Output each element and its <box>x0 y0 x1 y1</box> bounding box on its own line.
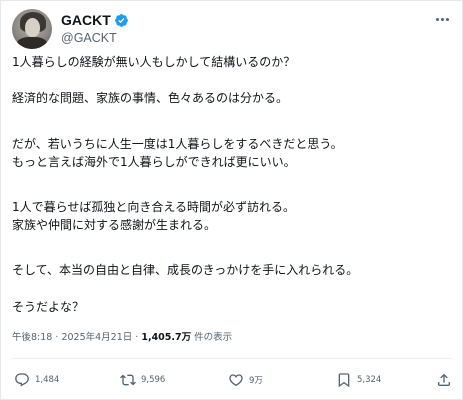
post-line: もっと言えば海外で1人暮らしができれば更にいい。 <box>12 155 296 169</box>
views-label: 件の表示 <box>194 332 233 343</box>
post-card: GACKT @GACKT 1人暮らしの経験が無い人もしかして結構いるのか？ 経済… <box>0 0 463 400</box>
author-display-name-row[interactable]: GACKT <box>61 11 129 29</box>
action-bar: 1,484 9,596 9万 5,324 <box>12 368 452 392</box>
reply-button[interactable]: 1,484 <box>14 368 59 392</box>
author-names: GACKT @GACKT <box>61 10 129 47</box>
reply-count: 1,484 <box>35 375 60 385</box>
post-date[interactable]: 2025年4月21日 <box>61 332 132 343</box>
meta-separator: · <box>135 332 139 343</box>
more-horizontal-icon[interactable] <box>432 11 452 27</box>
post-line: そして、本当の自由と自律、成長のきっかけを手に入れられる。 <box>12 263 359 277</box>
author-handle[interactable]: @GACKT <box>61 29 129 47</box>
more-dot <box>435 17 439 21</box>
bookmark-count: 5,324 <box>357 375 382 385</box>
heart-icon <box>229 374 243 387</box>
avatar[interactable] <box>12 9 52 49</box>
avatar-body <box>17 37 47 49</box>
post-header: GACKT @GACKT <box>12 9 452 49</box>
post-time[interactable]: 午後8:18 <box>12 332 52 343</box>
bookmark-icon <box>338 373 350 388</box>
more-dot <box>440 17 444 21</box>
meta-separator: · <box>55 332 59 343</box>
more-dot <box>445 17 449 21</box>
post-line: 経済的な問題、家族の事情、色々あるのは分かる。 <box>12 91 289 105</box>
repost-arrows-icon <box>120 374 136 386</box>
like-button[interactable]: 9万 <box>228 368 263 392</box>
post-line: だが、若いうちに人生一度は1人暮らしをするべきだと思う。 <box>12 137 343 151</box>
post-line: 1人暮らしの経験が無い人もしかして結構いるのか？ <box>12 55 296 69</box>
share-upload-icon <box>438 373 450 386</box>
views-count: 1,405.7万 <box>141 332 192 343</box>
repost-count: 9,596 <box>141 375 166 385</box>
post-meta: 午後8:18 · 2025年4月21日 · 1,405.7万 件の表示 <box>12 331 232 345</box>
bookmark-button[interactable]: 5,324 <box>336 368 381 392</box>
post-line: 1人で暮らせば孤独と向き合える時間が必ず訪れる。 <box>12 200 296 214</box>
post-line: そうだよな？ <box>12 300 85 314</box>
share-button[interactable] <box>436 368 452 392</box>
repost-button[interactable]: 9,596 <box>120 368 165 392</box>
avatar-face <box>25 18 40 37</box>
like-count: 9万 <box>249 376 263 386</box>
author-display-name[interactable]: GACKT <box>61 11 111 29</box>
reply-bubble-icon <box>15 373 29 387</box>
verified-badge-icon <box>114 13 128 27</box>
post-line: 家族や仲間に対する感謝が生まれる。 <box>12 218 217 232</box>
divider <box>12 358 452 359</box>
